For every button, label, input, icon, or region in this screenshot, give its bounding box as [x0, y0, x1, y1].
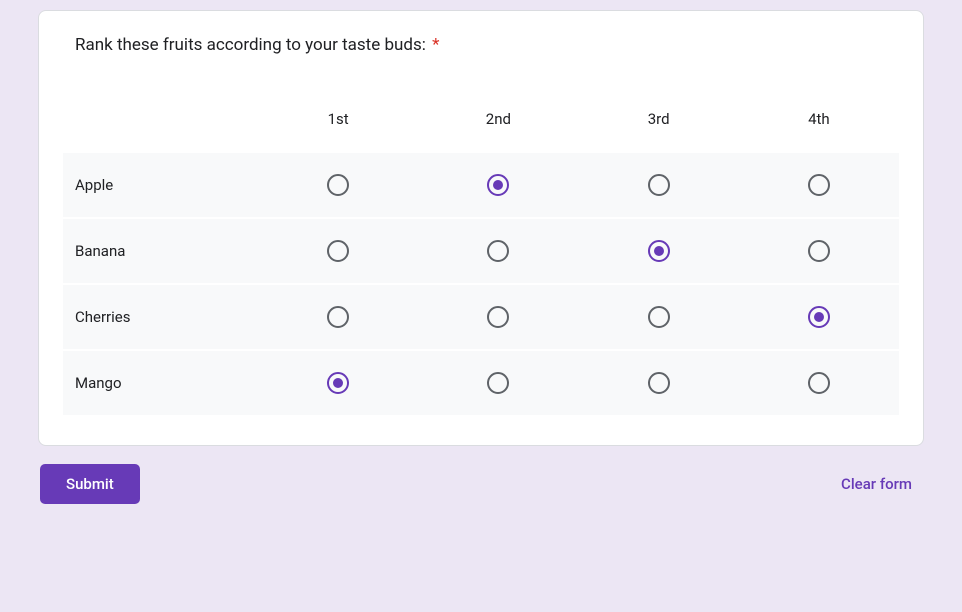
grid-row: Banana — [63, 219, 899, 283]
radio-option[interactable] — [808, 174, 830, 196]
radio-cell — [258, 240, 418, 262]
submit-button[interactable]: Submit — [40, 464, 140, 504]
row-label: Apple — [63, 176, 258, 194]
radio-cell — [418, 174, 578, 196]
column-header: 2nd — [418, 110, 578, 128]
radio-dot-icon — [654, 246, 664, 256]
header-columns: 1st 2nd 3rd 4th — [258, 110, 899, 128]
radio-option[interactable] — [327, 372, 349, 394]
grid-header-row: 1st 2nd 3rd 4th — [63, 95, 899, 143]
radio-cell — [258, 174, 418, 196]
radio-cell — [418, 240, 578, 262]
row-label: Mango — [63, 374, 258, 392]
row-label: Cherries — [63, 308, 258, 326]
radio-cell — [418, 306, 578, 328]
radio-option[interactable] — [648, 240, 670, 262]
radio-option[interactable] — [487, 174, 509, 196]
radio-option[interactable] — [648, 174, 670, 196]
row-options — [258, 372, 899, 394]
radio-cell — [739, 174, 899, 196]
radio-cell — [258, 372, 418, 394]
radio-cell — [739, 372, 899, 394]
clear-form-link[interactable]: Clear form — [841, 475, 922, 493]
column-header: 1st — [258, 110, 418, 128]
grid-row: Cherries — [63, 285, 899, 349]
radio-option[interactable] — [487, 306, 509, 328]
radio-option[interactable] — [327, 306, 349, 328]
grid-row: Mango — [63, 351, 899, 415]
radio-option[interactable] — [808, 372, 830, 394]
radio-cell — [579, 306, 739, 328]
radio-option[interactable] — [808, 306, 830, 328]
radio-cell — [579, 372, 739, 394]
radio-option[interactable] — [327, 240, 349, 262]
row-options — [258, 240, 899, 262]
row-label: Banana — [63, 242, 258, 260]
question-title: Rank these fruits according to your tast… — [63, 35, 899, 55]
radio-cell — [579, 240, 739, 262]
radio-option[interactable] — [327, 174, 349, 196]
radio-cell — [739, 240, 899, 262]
form-footer: Submit Clear form — [38, 464, 924, 504]
row-options — [258, 306, 899, 328]
row-options — [258, 174, 899, 196]
radio-option[interactable] — [487, 372, 509, 394]
radio-dot-icon — [493, 180, 503, 190]
required-asterisk: * — [432, 35, 439, 55]
ranking-grid: 1st 2nd 3rd 4th Apple Banana Cherries Mango — [63, 95, 899, 415]
column-header: 4th — [739, 110, 899, 128]
radio-option[interactable] — [487, 240, 509, 262]
radio-dot-icon — [814, 312, 824, 322]
radio-cell — [739, 306, 899, 328]
column-header: 3rd — [579, 110, 739, 128]
grid-row: Apple — [63, 153, 899, 217]
radio-option[interactable] — [648, 306, 670, 328]
radio-cell — [418, 372, 578, 394]
question-card: Rank these fruits according to your tast… — [38, 10, 924, 446]
question-text: Rank these fruits according to your tast… — [75, 35, 426, 55]
radio-cell — [579, 174, 739, 196]
radio-option[interactable] — [648, 372, 670, 394]
radio-cell — [258, 306, 418, 328]
radio-dot-icon — [333, 378, 343, 388]
radio-option[interactable] — [808, 240, 830, 262]
